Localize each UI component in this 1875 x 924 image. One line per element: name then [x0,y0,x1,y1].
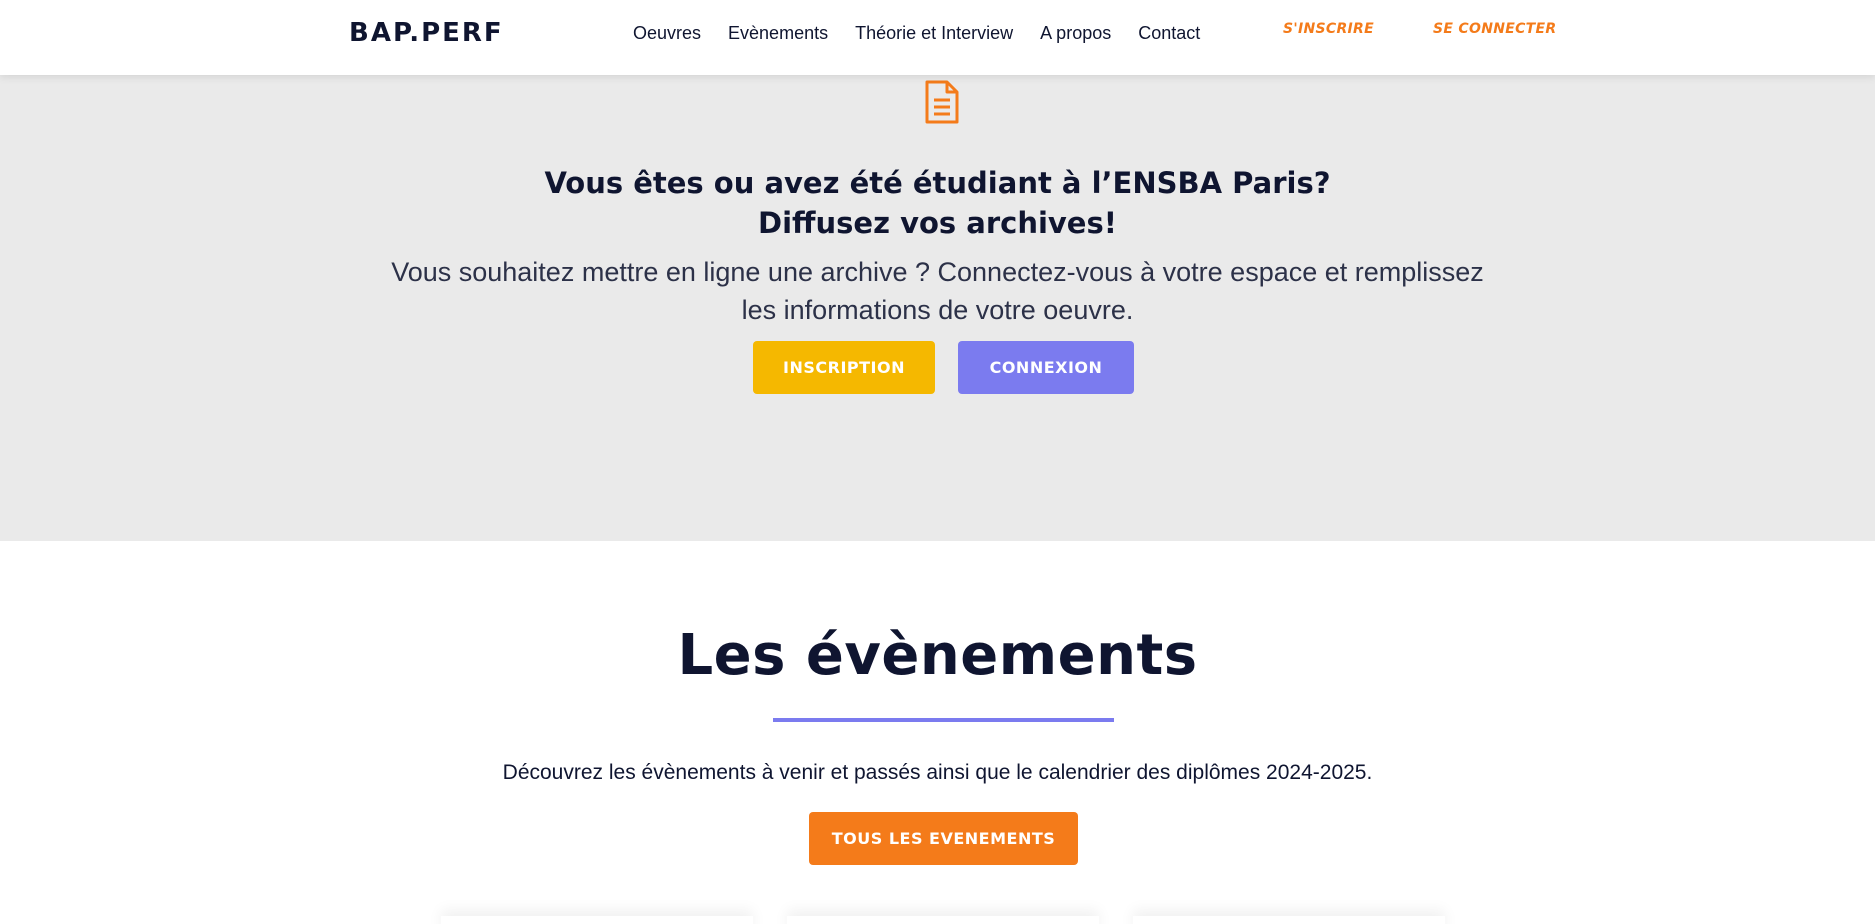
hero-description: Vous souhaitez mettre en ligne une archi… [391,257,1484,325]
site-logo[interactable]: BAP.PERF [349,18,504,48]
signup-link[interactable]: S'INSCRIRE [1283,21,1374,37]
event-card[interactable] [441,916,753,924]
nav-item-a-propos[interactable]: A propos [1040,22,1111,44]
all-events-button[interactable]: TOUS LES EVENEMENTS [809,812,1078,865]
hero-title-line2: Diffusez vos archives! [758,206,1117,240]
hero-title: Vous êtes ou avez été étudiant à l’ENSBA… [0,163,1875,243]
events-description: Découvrez les évènements à venir et pass… [502,761,1373,784]
event-card[interactable] [787,916,1099,924]
login-link[interactable]: SE CONNECTER [1433,21,1556,37]
inscription-button[interactable]: INSCRIPTION [753,341,935,394]
nav-item-evenements[interactable]: Evènements [728,22,828,44]
nav-item-contact[interactable]: Contact [1138,22,1200,44]
site-header: BAP.PERF Oeuvres Evènements Théorie et I… [0,0,1875,75]
connexion-button[interactable]: CONNEXION [958,341,1134,394]
document-icon [924,80,960,129]
nav-item-theorie-interview[interactable]: Théorie et Interview [855,22,1013,44]
event-card[interactable] [1133,916,1445,924]
events-title: Les évènements [677,623,1198,688]
events-title-underline [773,718,1114,722]
nav-item-oeuvres[interactable]: Oeuvres [633,22,701,44]
hero-title-line1: Vous êtes ou avez été étudiant à l’ENSBA… [544,166,1331,200]
main-nav: Oeuvres Evènements Théorie et Interview … [633,22,1227,44]
